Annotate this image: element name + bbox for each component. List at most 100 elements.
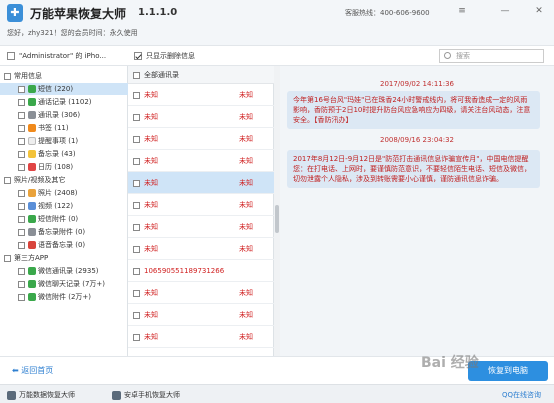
- menu-button[interactable]: ≡: [455, 5, 469, 17]
- search-input[interactable]: 搜索: [439, 49, 544, 63]
- tree-item-notes-attachments[interactable]: 备忘录附件 (0): [0, 226, 128, 238]
- row-checkbox[interactable]: [133, 289, 140, 297]
- only-deleted-toggle[interactable]: 只显示删除信息: [134, 51, 195, 61]
- item-checkbox[interactable]: [18, 111, 25, 119]
- item-checkbox[interactable]: [18, 163, 25, 171]
- tree-item-bookmarks[interactable]: 书签 (11): [0, 122, 128, 134]
- row-col2: 未知: [239, 157, 253, 165]
- list-item[interactable]: 未知 未知: [128, 282, 274, 304]
- list-item[interactable]: 未知 未知: [128, 150, 274, 172]
- row-checkbox[interactable]: [133, 311, 140, 319]
- tree-item-calls[interactable]: 通话记录 (1102): [0, 96, 128, 108]
- item-checkbox[interactable]: [18, 241, 25, 249]
- recover-to-pc-button[interactable]: 恢复到电脑: [468, 361, 548, 381]
- item-label: 微信通讯录 (2935): [38, 267, 99, 275]
- item-checkbox[interactable]: [18, 267, 25, 275]
- close-button[interactable]: ✕: [532, 5, 546, 17]
- tree-item-calendar[interactable]: 日历 (108): [0, 161, 128, 173]
- row-checkbox[interactable]: [133, 157, 140, 165]
- row-checkbox[interactable]: [133, 201, 140, 209]
- item-checkbox[interactable]: [18, 150, 25, 158]
- row-name: 未知: [144, 135, 158, 143]
- item-checkbox[interactable]: [18, 137, 25, 145]
- row-checkbox[interactable]: [133, 179, 140, 187]
- item-checkbox[interactable]: [18, 202, 25, 210]
- android-recovery-link[interactable]: 安卓手机恢复大师: [112, 390, 180, 400]
- list-item[interactable]: 未知 未知: [128, 326, 274, 348]
- tree-item-photos[interactable]: 照片 (2408): [0, 187, 128, 199]
- tree-item-contacts[interactable]: 通讯录 (306): [0, 109, 128, 121]
- tree-group-third-party[interactable]: 第三方APP: [0, 252, 128, 264]
- tree-item-wechat-chat[interactable]: 微信聊天记录 (7万+): [0, 278, 128, 290]
- tree-item-wechat-contacts[interactable]: 微信通讯录 (2935): [0, 265, 128, 277]
- back-home-button[interactable]: ⬅ 返回首页: [12, 365, 53, 376]
- item-label: 视频 (122): [38, 202, 74, 210]
- list-item[interactable]: 未知 未知: [128, 194, 274, 216]
- item-checkbox[interactable]: [18, 98, 25, 106]
- item-checkbox[interactable]: [18, 228, 25, 236]
- row-col2: 未知: [239, 91, 253, 99]
- select-all-checkbox[interactable]: [133, 71, 140, 79]
- tree-group-common[interactable]: 常用信息: [0, 70, 128, 82]
- row-name: 未知: [144, 311, 158, 319]
- item-checkbox[interactable]: [18, 85, 25, 93]
- device-select[interactable]: "Administrator" 的 iPho...: [7, 51, 106, 61]
- data-recovery-link[interactable]: 万能数据恢复大师: [7, 390, 75, 400]
- item-label: 备忘录附件 (0): [38, 228, 86, 236]
- group-checkbox[interactable]: [4, 254, 11, 262]
- row-name: 未知: [144, 91, 158, 99]
- user-greeting: 您好，zhy321！您的会员时间：永久使用: [7, 29, 138, 37]
- item-checkbox[interactable]: [18, 124, 25, 132]
- group-label: 照片/视频及其它: [14, 176, 66, 184]
- tree-item-sms-attachments[interactable]: 短信附件 (0): [0, 213, 128, 225]
- qq-support-link[interactable]: QQ在线咨询: [502, 390, 541, 400]
- list-item[interactable]: 未知 未知: [128, 128, 274, 150]
- data-recovery-label: 万能数据恢复大师: [19, 391, 75, 399]
- scrollbar-thumb[interactable]: [275, 205, 279, 233]
- list-item[interactable]: 未知 未知: [128, 106, 274, 128]
- group-checkbox[interactable]: [4, 72, 11, 80]
- item-label: 书签 (11): [38, 124, 69, 132]
- row-name: 未知: [144, 223, 158, 231]
- list-item[interactable]: 10659055118973126​6: [128, 260, 274, 282]
- tree-item-videos[interactable]: 视频 (122): [0, 200, 128, 212]
- row-col2: 未知: [239, 333, 253, 341]
- item-label: 语音备忘录 (0): [38, 241, 86, 249]
- device-label: "Administrator" 的 iPho...: [19, 52, 107, 60]
- category-tree: 常用信息 短信 (220) 通话记录 (1102) 通讯录 (306) 书签 (…: [0, 66, 128, 356]
- tree-item-notes[interactable]: 备忘录 (43): [0, 148, 128, 160]
- reminder-icon: [28, 137, 36, 145]
- group-checkbox[interactable]: [4, 176, 11, 184]
- tree-item-reminders[interactable]: 提醒事项 (1): [0, 135, 128, 147]
- row-checkbox[interactable]: [133, 245, 140, 253]
- item-checkbox[interactable]: [18, 280, 25, 288]
- row-checkbox[interactable]: [133, 333, 140, 341]
- row-checkbox[interactable]: [133, 113, 140, 121]
- row-checkbox[interactable]: [133, 267, 140, 275]
- row-checkbox[interactable]: [133, 223, 140, 231]
- watermark: Bai 经验: [421, 355, 479, 371]
- list-item[interactable]: 未知 未知: [128, 216, 274, 238]
- conversation-pane: 2017/09/02 14:11:36 今年第16号台风"玛娃"已在珠香24小时…: [280, 66, 554, 356]
- tree-item-voice-memos[interactable]: 语音备忘录 (0): [0, 239, 128, 251]
- device-checkbox[interactable]: [7, 52, 15, 60]
- video-icon: [28, 202, 36, 210]
- back-arrow-icon: ⬅: [12, 366, 22, 375]
- list-item-selected[interactable]: 未知 未知: [128, 172, 274, 194]
- app-version: 1.1.1.0: [138, 7, 178, 18]
- tree-item-sms[interactable]: 短信 (220): [0, 83, 128, 95]
- item-checkbox[interactable]: [18, 293, 25, 301]
- list-item[interactable]: 未知 未知: [128, 84, 274, 106]
- row-checkbox[interactable]: [133, 135, 140, 143]
- group-label: 常用信息: [14, 72, 42, 80]
- list-item[interactable]: 未知 未知: [128, 238, 274, 260]
- tree-group-media[interactable]: 照片/视频及其它: [0, 174, 128, 186]
- calendar-icon: [28, 163, 36, 171]
- item-checkbox[interactable]: [18, 215, 25, 223]
- list-item[interactable]: 未知 未知: [128, 304, 274, 326]
- tree-item-wechat-attachments[interactable]: 微信附件 (2万+): [0, 291, 128, 303]
- minimize-button[interactable]: —: [498, 5, 512, 17]
- row-checkbox[interactable]: [133, 91, 140, 99]
- item-checkbox[interactable]: [18, 189, 25, 197]
- only-deleted-checkbox[interactable]: [134, 52, 142, 60]
